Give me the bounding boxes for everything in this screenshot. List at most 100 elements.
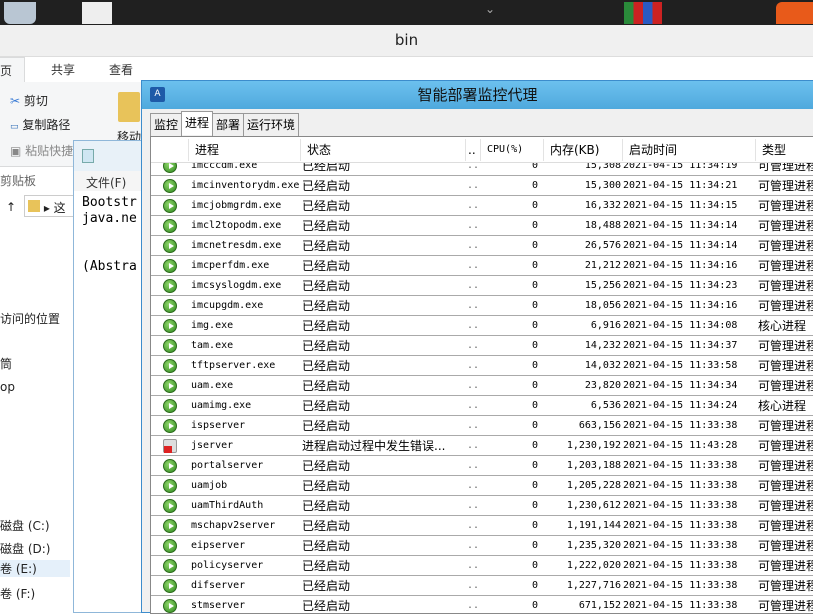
running-status-icon [163,179,177,193]
nav-item-c[interactable]: 磁盘 (C:) [0,517,50,534]
nav-item[interactable]: op [0,380,15,394]
table-row[interactable]: uamjob 已经启动 ... 0 1,205,228 2021-04-15 1… [151,476,813,496]
nav-item-e[interactable]: 卷 (E:) [0,560,70,577]
header-status[interactable]: 状态 [301,139,466,161]
header-memory[interactable]: 内存(KB) [544,139,623,161]
copy-path-button[interactable]: ▭ 复制路径 [10,116,70,133]
table-row[interactable]: tam.exe 已经启动 ... 0 14,232 2021-04-15 11:… [151,336,813,356]
tab-process[interactable]: 进程 [181,111,214,135]
copy-path-label: 复制路径 [22,118,71,132]
header-cpu[interactable]: CPU(%) [481,139,544,161]
start-time: 2021-04-15 11:34:34 [623,380,738,391]
table-row[interactable]: imcperfdm.exe 已经启动 ... 0 21,212 2021-04-… [151,256,813,276]
running-status-icon [163,419,177,433]
tab-environment[interactable]: 运行环境 [243,113,300,137]
process-status: 已经启动 [302,539,351,553]
recycle-bin-icon[interactable] [4,2,36,24]
process-status: 已经启动 [302,559,351,573]
nav-item[interactable]: 筒 [0,355,12,372]
more-cell: ... [467,340,481,351]
up-arrow-icon[interactable]: ↑ [6,200,16,214]
process-type: 可管理进程 [758,299,813,313]
nav-item-f[interactable]: 卷 (F:) [0,585,35,602]
process-name: portalserver [191,460,264,471]
table-row[interactable]: policyserver 已经启动 ... 0 1,222,020 2021-0… [151,556,813,576]
header-start-time[interactable]: 启动时间 [623,139,756,161]
table-row[interactable]: tftpserver.exe 已经启动 ... 0 14,032 2021-04… [151,356,813,376]
table-row[interactable]: img.exe 已经启动 ... 0 6,916 2021-04-15 11:3… [151,316,813,336]
document-icon[interactable] [82,2,112,24]
explorer-title: bin [0,25,813,57]
cpu-value: 0 [531,580,538,591]
table-row[interactable]: imcnetresdm.exe 已经启动 ... 0 26,576 2021-0… [151,236,813,256]
process-type: 可管理进程 [758,579,813,593]
agent-title: 智能部署监控代理 [417,86,538,104]
running-status-icon [163,299,177,313]
table-row[interactable]: mschapv2server 已经启动 ... 0 1,191,144 2021… [151,516,813,536]
clipboard-group-label: 剪贴板 [0,174,37,188]
running-status-icon [163,539,177,553]
nav-item-d[interactable]: 磁盘 (D:) [0,540,50,557]
more-cell: ... [467,600,481,611]
table-row[interactable]: imcupgdm.exe 已经启动 ... 0 18,056 2021-04-1… [151,296,813,316]
cpu-value: 0 [531,260,538,271]
paste-shortcut-button[interactable]: ▣ 粘贴快捷 [10,142,73,159]
table-row[interactable]: stmserver 已经启动 ... 0 671,152 2021-04-15 … [151,596,813,613]
more-cell: ... [467,420,481,431]
table-row[interactable]: imcsyslogdm.exe 已经启动 ... 0 15,256 2021-0… [151,276,813,296]
app-icon[interactable] [776,2,813,24]
process-status: 已经启动 [302,239,351,253]
desktop-strip: ⌄ [0,0,813,25]
process-type: 可管理进程 [758,419,813,433]
header-more[interactable]: .. [466,139,481,161]
process-name: uamjob [191,480,228,491]
process-type: 可管理进程 [758,279,813,293]
table-row[interactable]: uamimg.exe 已经启动 ... 0 6,536 2021-04-15 1… [151,396,813,416]
memory-value: 6,536 [590,400,621,411]
process-type: 可管理进程 [758,239,813,253]
cut-button[interactable]: ✂ 剪切 [10,92,48,109]
cpu-value: 0 [531,520,538,531]
start-time: 2021-04-15 11:34:16 [623,300,738,311]
table-row[interactable]: uam.exe 已经启动 ... 0 23,820 2021-04-15 11:… [151,376,813,396]
tab-view[interactable]: 查看 [97,57,145,82]
cpu-value: 0 [531,320,538,331]
memory-value: 14,232 [584,340,621,351]
process-name: ispserver [191,420,246,431]
chevron-down-icon[interactable]: ⌄ [478,2,502,24]
start-time: 2021-04-15 11:34:15 [623,200,738,211]
tab-share[interactable]: 共享 [39,57,87,82]
table-row[interactable]: portalserver 已经启动 ... 0 1,203,188 2021-0… [151,456,813,476]
process-status: 已经启动 [302,459,351,473]
process-name: jserver [191,440,234,451]
process-name: imcjobmgrdm.exe [191,200,282,211]
tab-monitor[interactable]: 监控 [150,113,183,137]
tab-deploy[interactable]: 部署 [212,113,245,137]
more-cell: ... [467,540,481,551]
tab-home[interactable]: 页 [0,57,26,82]
process-name: imcsyslogdm.exe [191,280,282,291]
memory-value: 16,332 [584,200,621,211]
notepad-icon [82,149,94,163]
memory-value: 1,222,020 [566,560,621,571]
table-row[interactable]: uamThirdAuth 已经启动 ... 0 1,230,612 2021-0… [151,496,813,516]
table-row[interactable]: jserver 进程启动过程中发生错误... ... 0 1,230,192 2… [151,436,813,456]
table-row[interactable]: difserver 已经启动 ... 0 1,227,716 2021-04-1… [151,576,813,596]
table-row[interactable]: eipserver 已经启动 ... 0 1,235,320 2021-04-1… [151,536,813,556]
memory-value: 14,032 [584,360,621,371]
table-row[interactable]: imcl2topodm.exe 已经启动 ... 0 18,488 2021-0… [151,216,813,236]
table-row[interactable]: imcinventorydm.exe 已经启动 ... 0 15,300 202… [151,176,813,196]
running-status-icon [163,339,177,353]
memory-value: 1,230,192 [566,440,621,451]
table-row[interactable]: imcjobmgrdm.exe 已经启动 ... 0 16,332 2021-0… [151,196,813,216]
running-status-icon [163,319,177,333]
header-process[interactable]: 进程 [189,139,301,161]
header-type[interactable]: 类型 [756,139,813,161]
process-type: 可管理进程 [758,199,813,213]
nav-item[interactable]: 访问的位置 [0,310,60,327]
table-row[interactable]: ispserver 已经启动 ... 0 663,156 2021-04-15 … [151,416,813,436]
more-cell: ... [467,280,481,291]
more-cell: ... [467,460,481,471]
cpu-value: 0 [531,200,538,211]
books-icon[interactable] [624,2,662,24]
